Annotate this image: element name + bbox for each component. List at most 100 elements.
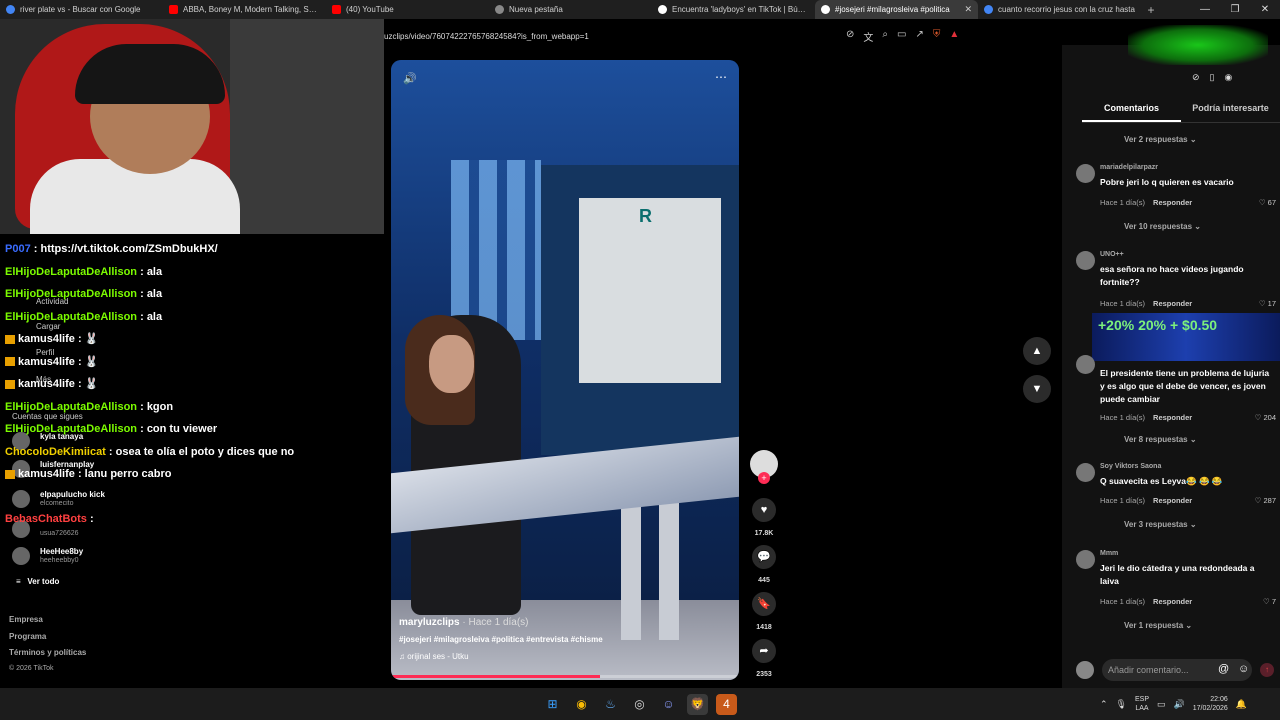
share-icon[interactable]: ↗	[915, 29, 923, 44]
chat-message	[0, 488, 384, 511]
comment-likes[interactable]: ♡ 17	[1259, 299, 1276, 308]
avatar[interactable]	[1076, 164, 1095, 183]
layout-code: LAA	[1135, 705, 1149, 712]
previous-video-button[interactable]: ▲	[1023, 337, 1051, 365]
reply-button[interactable]: Responder	[1153, 496, 1192, 505]
studio-pillars	[451, 160, 541, 340]
comment-likes[interactable]: ♡ 67	[1259, 198, 1276, 207]
chevron-up-icon[interactable]: ⌃	[1100, 699, 1108, 710]
account-handle: heeheebby0	[40, 557, 79, 564]
reply-button[interactable]: Responder	[1153, 597, 1192, 606]
obs-icon[interactable]: ◎	[629, 694, 650, 715]
comment-likes[interactable]: ♡ 287	[1255, 496, 1276, 505]
steam-icon[interactable]: ♨	[600, 694, 621, 715]
brave-icon[interactable]: 🦁	[687, 694, 708, 715]
chat-message: ElHijoDeLaputaDeAllison : ala	[0, 285, 384, 308]
browser-tab[interactable]: Nueva pestaña	[489, 0, 652, 19]
volume-icon[interactable]: 🔊	[403, 72, 417, 85]
sub-badge-icon	[5, 357, 15, 367]
copyright: © 2026 TikTok	[9, 664, 54, 672]
tab-interest[interactable]: Podría interesarte	[1181, 101, 1280, 122]
device-icon[interactable]: ▯	[1210, 72, 1215, 83]
browser-tab[interactable]: (40) YouTube	[326, 0, 489, 19]
network-icon[interactable]: ▭	[1157, 699, 1166, 710]
comment-user[interactable]: mariadelpilarpazr	[1100, 164, 1158, 171]
discord-icon[interactable]: ☺	[658, 694, 679, 715]
view-replies-link[interactable]: Ver 3 respuestas ⌄	[1124, 520, 1197, 529]
browser-tab[interactable]: river plate vs - Buscar con Google	[0, 0, 163, 19]
language-indicator[interactable]: ESP LAA	[1135, 695, 1149, 713]
chat-user: ElHijoDeLaputaDeAllison	[5, 310, 138, 323]
video-sound[interactable]: ♫ orijinal ses - Utku	[399, 652, 729, 661]
comment-user[interactable]: UNO++	[1100, 251, 1124, 258]
video-author[interactable]: maryluzclips · Hace 1 día(s)	[399, 617, 729, 628]
brave-shield-icon[interactable]: ⛨	[933, 29, 941, 44]
reply-button[interactable]: Responder	[1153, 299, 1192, 308]
browser-tab[interactable]: ABBA, Boney M, Modern Talking, Sandra	[163, 0, 326, 19]
next-video-button[interactable]: ▼	[1023, 375, 1051, 403]
rewards-icon[interactable]: ▲	[949, 29, 959, 44]
view-replies-link[interactable]: Ver 2 respuestas ⌄	[1124, 135, 1197, 144]
reply-button[interactable]: Responder	[1153, 413, 1192, 422]
clock[interactable]: 22:06 17/02/2026	[1193, 695, 1228, 713]
author-avatar[interactable]: +	[750, 450, 778, 484]
zoom-icon[interactable]: ⌕	[882, 29, 888, 44]
view-replies-link[interactable]: Ver 8 respuestas ⌄	[1124, 435, 1197, 444]
comment-meta: Hace 1 día(s) Responder ♡ 17	[1100, 299, 1276, 308]
app-icon[interactable]: 4	[716, 694, 737, 715]
suggested-account[interactable]: HeeHee8by heeheebby0	[12, 545, 202, 569]
view-replies-link[interactable]: Ver 10 respuestas ⌄	[1124, 222, 1201, 231]
comment-likes[interactable]: ♡ 204	[1255, 413, 1276, 422]
mention-icon[interactable]: @	[1218, 663, 1229, 675]
video-progress-bar[interactable]	[391, 675, 739, 678]
footer-link[interactable]: Empresa	[9, 615, 86, 632]
chat-text: :	[89, 513, 94, 525]
comment-time: Hace 1 día(s)	[1100, 299, 1146, 308]
chrome-icon[interactable]: ◉	[571, 694, 592, 715]
chat-text: :	[77, 333, 82, 345]
mute-icon[interactable]: ⊘	[846, 29, 854, 44]
reply-button[interactable]: Responder	[1153, 198, 1192, 207]
video-hashtags[interactable]: #josejeri #milagrosleiva #politica #entr…	[399, 635, 729, 644]
post-time: · Hace 1 día(s)	[462, 617, 529, 628]
see-all-link[interactable]: ≡ Ver todo	[16, 577, 59, 586]
avatar[interactable]	[1076, 463, 1095, 482]
browser-tab-active[interactable]: #josejeri #milagrosleiva #politica ✕	[815, 0, 978, 19]
close-tab-icon[interactable]: ✕	[964, 4, 972, 15]
more-options-icon[interactable]: ⋯	[715, 70, 727, 84]
comment-input[interactable]: Añadir comentario...	[1102, 659, 1252, 681]
comment-button[interactable]: 💬	[752, 545, 776, 569]
avatar[interactable]	[1076, 355, 1095, 374]
author-name[interactable]: maryluzclips	[399, 617, 460, 628]
start-icon[interactable]: ⊞	[542, 694, 563, 715]
video-player[interactable]: R 🔊 ⋯ maryluzclips · Hace 1 día(s) #jose…	[391, 60, 739, 680]
translate-icon[interactable]: 文	[863, 29, 873, 44]
share-button[interactable]: ➦	[752, 639, 776, 663]
comment-user[interactable]: Soy Viktors Saona	[1100, 463, 1161, 470]
browser-tab[interactable]: Encuentra 'ladyboys' en TikTok | Búsqued…	[652, 0, 815, 19]
close-window-button[interactable]: ✕	[1250, 0, 1280, 19]
follow-plus-icon[interactable]: +	[758, 472, 770, 484]
notification-icon[interactable]: 🔔	[1236, 699, 1247, 710]
mic-icon[interactable]: 🎙	[1116, 699, 1127, 710]
avatar[interactable]	[1076, 251, 1095, 270]
bookmark-button[interactable]: 🔖	[752, 592, 776, 616]
volume-icon[interactable]: 🔊	[1174, 699, 1185, 710]
emoji-icon[interactable]: ☺	[1238, 663, 1249, 675]
comment-user[interactable]: Mmm	[1100, 550, 1118, 557]
tab-comments[interactable]: Comentarios	[1082, 101, 1181, 122]
browser-tab[interactable]: cuanto recorrio jesus con la cruz hasta	[978, 0, 1141, 19]
footer-link[interactable]: Programa	[9, 632, 86, 649]
avatar[interactable]	[1076, 550, 1095, 569]
view-replies-link[interactable]: Ver 1 respuesta ⌄	[1124, 621, 1192, 630]
minimize-button[interactable]: —	[1190, 0, 1220, 19]
comment-likes[interactable]: ♡ 7	[1263, 597, 1276, 606]
new-tab-button[interactable]: +	[1141, 3, 1161, 17]
send-button[interactable]: ↑	[1260, 663, 1274, 677]
maximize-button[interactable]: ❐	[1220, 0, 1250, 19]
coin-icon[interactable]: ⊘	[1192, 72, 1200, 83]
avatar[interactable]: ◉	[1225, 72, 1233, 83]
footer-link[interactable]: Términos y políticas	[9, 648, 86, 665]
like-button[interactable]: ♥	[752, 498, 776, 522]
cast-icon[interactable]: ▭	[897, 29, 906, 44]
